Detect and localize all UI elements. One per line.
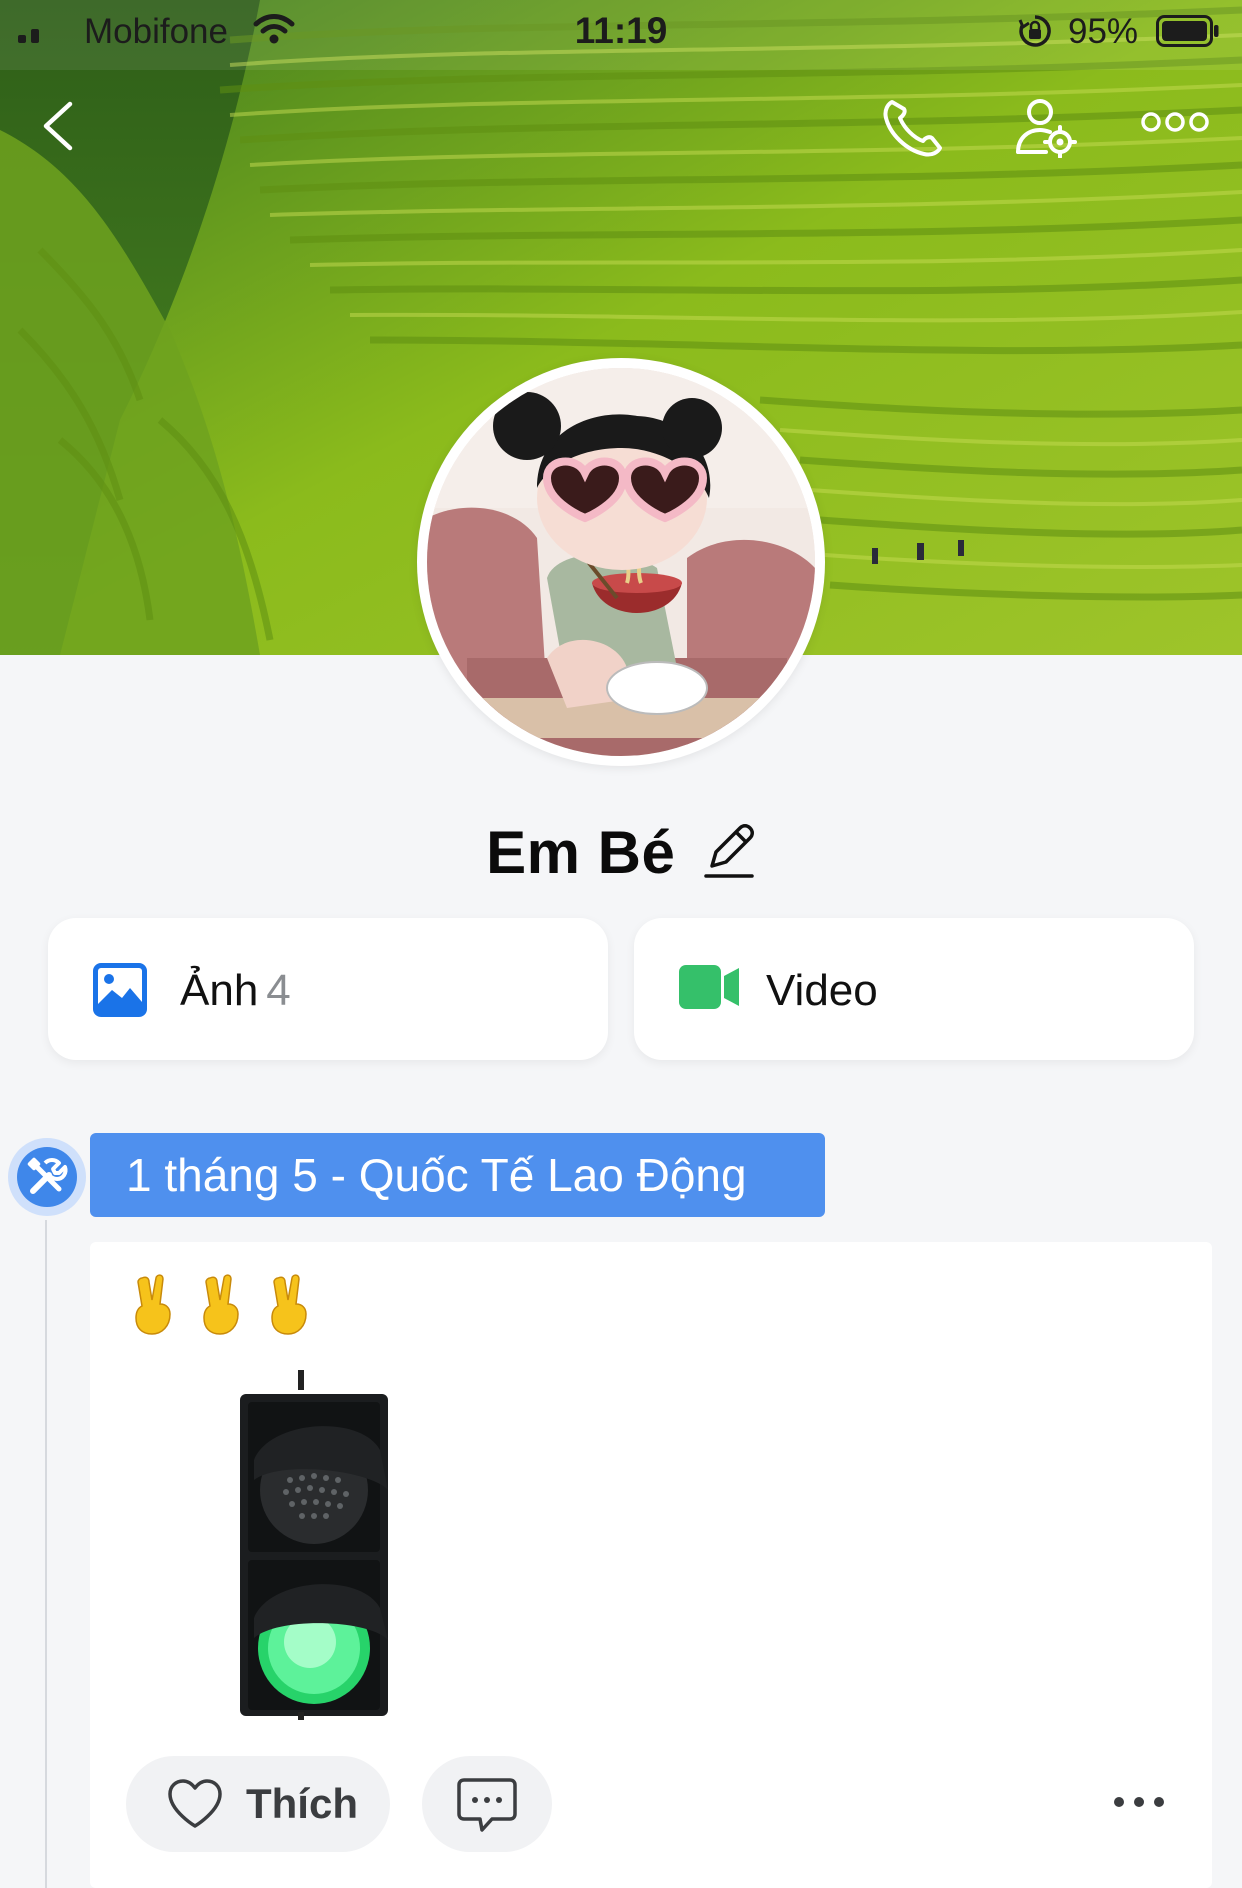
- comment-bubble-icon: [457, 1778, 517, 1832]
- comment-button[interactable]: [422, 1756, 552, 1852]
- phone-icon[interactable]: [880, 96, 948, 158]
- clock: 11:19: [574, 10, 668, 51]
- tools-icon: [27, 1157, 68, 1194]
- back-chevron-icon[interactable]: [38, 98, 78, 154]
- like-label: Thích: [246, 1780, 358, 1827]
- victory-hand-emojis: [135, 1274, 307, 1335]
- post-card: Thích: [90, 1242, 1212, 1888]
- status-bar: Mobifone 11:19 95%: [0, 0, 1242, 64]
- photos-label: Ảnh 4: [180, 966, 291, 1016]
- avatar[interactable]: [417, 358, 825, 766]
- videos-label: Video: [766, 966, 878, 1015]
- profile-settings-icon[interactable]: [1012, 96, 1078, 158]
- avatar-image: [427, 368, 815, 756]
- profile-name: Em Bé: [486, 819, 676, 886]
- post-more-options-icon[interactable]: [1112, 1794, 1166, 1810]
- holiday-title: 1 tháng 5 - Quốc Tế Lao Động: [90, 1133, 825, 1217]
- rotation-lock-icon: [1018, 15, 1051, 47]
- avatar-illustration: [427, 368, 815, 756]
- photos-count: 4: [266, 966, 291, 1015]
- video-camera-icon: [679, 965, 739, 1009]
- heart-icon: [168, 1779, 222, 1828]
- edit-pencil-icon[interactable]: [702, 820, 756, 880]
- like-button[interactable]: Thích: [126, 1756, 390, 1852]
- more-icon[interactable]: [1140, 110, 1210, 134]
- photos-card[interactable]: Ảnh 4: [48, 918, 608, 1060]
- battery-percentage: 95%: [1068, 12, 1139, 51]
- photos-label-text: Ảnh: [180, 966, 259, 1015]
- timeline-line: [45, 1220, 47, 1888]
- photo-gallery-icon: [93, 963, 147, 1017]
- holiday-badge: [8, 1138, 86, 1216]
- profile-name-row: Em Bé: [0, 818, 1242, 887]
- videos-card[interactable]: Video: [634, 918, 1194, 1060]
- traffic-light-image[interactable]: [220, 1370, 390, 1720]
- battery-icon: [1156, 15, 1219, 47]
